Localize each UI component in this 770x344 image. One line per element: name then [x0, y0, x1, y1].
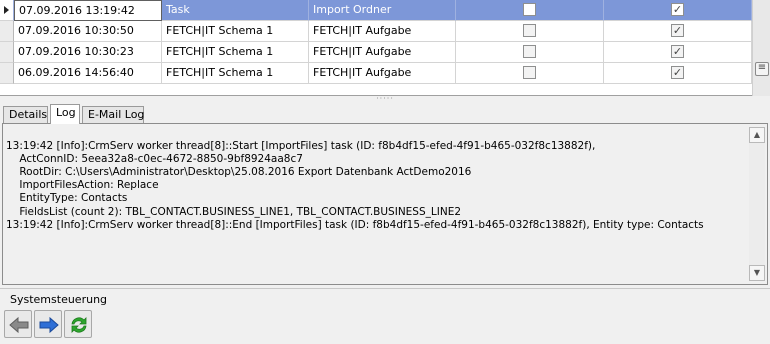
log-line: ActConnID: 5eea32a8-c0ec-4672-8850-9bf89…: [6, 153, 303, 166]
system-control-label: Systemsteuerung: [10, 293, 108, 306]
log-line: EntityType: Contacts: [6, 192, 128, 205]
refresh-icon: [71, 317, 87, 333]
task-cell[interactable]: FETCH|IT Schema 1: [162, 42, 309, 63]
task-cell[interactable]: Task: [162, 0, 309, 21]
row-checkbox[interactable]: [523, 66, 536, 79]
back-arrow-icon: [9, 316, 29, 334]
section-divider: [0, 288, 770, 289]
date-cell[interactable]: 07.09.2016 10:30:50: [14, 21, 162, 42]
tab-details[interactable]: Details: [3, 106, 48, 124]
grid-scrollbar[interactable]: ≡: [752, 0, 770, 96]
date-cell[interactable]: 06.09.2016 14:56:40: [14, 63, 162, 84]
checkbox-cell[interactable]: [456, 42, 604, 63]
date-cell[interactable]: 07.09.2016 10:30:23: [14, 42, 162, 63]
table-row[interactable]: 07.09.2016 10:30:23 FETCH|IT Schema 1 FE…: [0, 42, 752, 63]
task-cell[interactable]: FETCH|IT Schema 1: [162, 21, 309, 42]
tab-log[interactable]: Log: [50, 104, 80, 124]
log-panel: 13:19:42 [Info]:CrmServ worker thread[8]…: [2, 123, 768, 285]
tab-email-log[interactable]: E-Mail Log: [82, 106, 144, 124]
task-grid: 07.09.2016 13:19:42 Task Import Ordner ✓…: [0, 0, 770, 96]
checkbox-cell[interactable]: ✓: [604, 0, 752, 21]
action-cell[interactable]: Import Ordner: [309, 0, 456, 21]
log-line: RootDir: C:\Users\Administrator\Desktop\…: [6, 166, 472, 179]
checkbox-cell[interactable]: [456, 0, 604, 21]
row-checkbox[interactable]: ✓: [671, 66, 684, 79]
row-indicator[interactable]: [0, 42, 14, 63]
checkbox-cell[interactable]: ✓: [604, 21, 752, 42]
log-line: ImportFilesAction: Replace: [6, 179, 159, 192]
row-indicator[interactable]: [0, 63, 14, 84]
refresh-button[interactable]: [64, 310, 92, 338]
date-cell[interactable]: 07.09.2016 13:19:42: [14, 0, 162, 21]
row-indicator[interactable]: [0, 0, 14, 21]
log-scrollbar[interactable]: ▲ ▼: [749, 127, 765, 281]
scroll-down-icon[interactable]: ▼: [749, 265, 765, 281]
table-row[interactable]: 06.09.2016 14:56:40 FETCH|IT Schema 1 FE…: [0, 63, 752, 84]
row-checkbox[interactable]: ✓: [671, 3, 684, 16]
row-checkbox[interactable]: ✓: [671, 24, 684, 37]
row-checkbox[interactable]: ✓: [671, 45, 684, 58]
back-button[interactable]: [4, 310, 32, 338]
log-line: FieldsList (count 2): TBL_CONTACT.BUSINE…: [6, 205, 462, 218]
scroll-thumb-grip-icon[interactable]: ≡: [755, 62, 769, 76]
forward-button[interactable]: [34, 310, 62, 338]
panel-splitter[interactable]: ·····: [0, 95, 770, 104]
table-row[interactable]: 07.09.2016 10:30:50 FETCH|IT Schema 1 FE…: [0, 21, 752, 42]
checkbox-cell[interactable]: ✓: [604, 42, 752, 63]
checkbox-cell[interactable]: ✓: [604, 63, 752, 84]
task-cell[interactable]: FETCH|IT Schema 1: [162, 63, 309, 84]
log-line: 13:19:42 [Info]:CrmServ worker thread[8]…: [6, 140, 596, 153]
checkbox-cell[interactable]: [456, 21, 604, 42]
action-cell[interactable]: FETCH|IT Aufgabe: [309, 42, 456, 63]
current-row-arrow-icon: [4, 6, 9, 14]
forward-arrow-icon: [39, 316, 59, 334]
log-output[interactable]: 13:19:42 [Info]:CrmServ worker thread[8]…: [6, 127, 744, 281]
log-line: 13:19:42 [Info]:CrmServ worker thread[8]…: [6, 218, 704, 231]
scroll-up-icon[interactable]: ▲: [749, 127, 765, 143]
row-checkbox[interactable]: [523, 3, 536, 16]
row-checkbox[interactable]: [523, 24, 536, 37]
row-checkbox[interactable]: [523, 45, 536, 58]
row-indicator[interactable]: [0, 21, 14, 42]
action-cell[interactable]: FETCH|IT Aufgabe: [309, 21, 456, 42]
table-row[interactable]: 07.09.2016 13:19:42 Task Import Ordner ✓: [0, 0, 752, 21]
checkbox-cell[interactable]: [456, 63, 604, 84]
action-cell[interactable]: FETCH|IT Aufgabe: [309, 63, 456, 84]
